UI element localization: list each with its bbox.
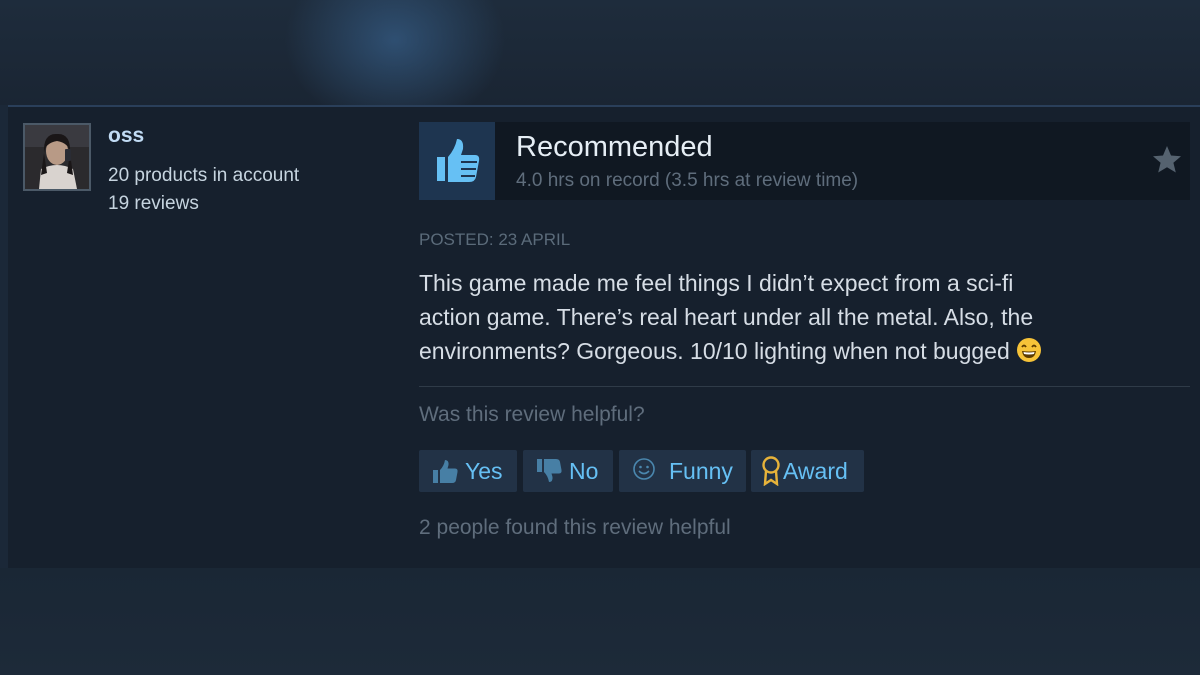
vote-header[interactable]: Recommended 4.0 hrs on record (3.5 hrs a…: [419, 122, 1190, 200]
page-background-top: [0, 0, 1200, 105]
grinning-face-icon: [1016, 337, 1042, 363]
page-background-bottom: [0, 568, 1200, 675]
yes-label: Yes: [465, 457, 503, 484]
star-icon[interactable]: [1150, 143, 1184, 177]
award-label: Award: [783, 457, 848, 484]
author-products-count[interactable]: 20 products in account: [108, 165, 299, 187]
divider: [419, 386, 1190, 387]
review-line: environments? Gorgeous. 10/10 lighting w…: [419, 334, 1179, 368]
review-card: oss 20 products in account 19 reviews Re…: [8, 105, 1200, 568]
funny-label: Funny: [669, 457, 733, 484]
author-reviews-count[interactable]: 19 reviews: [108, 193, 199, 215]
smiley-icon: [633, 458, 655, 480]
review-text: This game made me feel things I didn’t e…: [419, 266, 1179, 368]
award-ribbon-icon: [762, 456, 780, 486]
posted-date: POSTED: 23 APRIL: [419, 230, 571, 249]
helpful-question: Was this review helpful?: [419, 403, 645, 426]
author-name[interactable]: oss: [108, 124, 144, 148]
yes-button[interactable]: Yes: [419, 450, 517, 492]
funny-button[interactable]: Funny: [619, 450, 746, 492]
hours-on-record: 4.0 hrs on record (3.5 hrs at review tim…: [516, 170, 859, 191]
thumbs-down-icon: [537, 459, 562, 482]
thumbs-up-icon: [419, 122, 495, 200]
helpful-count: 2 people found this review helpful: [419, 516, 731, 539]
award-button[interactable]: Award: [751, 450, 864, 492]
no-button[interactable]: No: [523, 450, 613, 492]
review-line: This game made me feel things I didn’t e…: [419, 270, 1014, 296]
no-label: No: [569, 457, 599, 484]
thumbs-up-icon: [433, 460, 458, 483]
vote-title: Recommended: [516, 131, 713, 163]
avatar[interactable]: [23, 123, 91, 191]
review-line: action game. There’s real heart under al…: [419, 304, 1034, 330]
review-line-text: environments? Gorgeous. 10/10 lighting w…: [419, 338, 1010, 364]
